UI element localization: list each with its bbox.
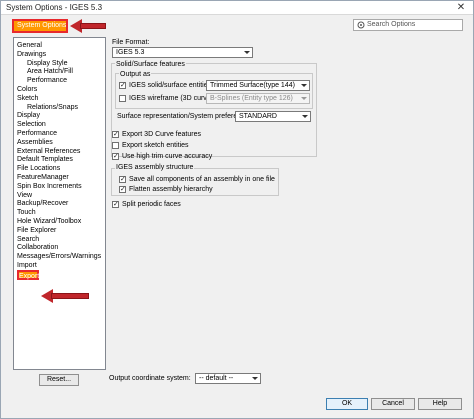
cancel-button[interactable]: Cancel <box>371 398 415 410</box>
chevron-down-icon <box>301 113 309 120</box>
sidebar-item-file-explorer[interactable]: File Explorer <box>17 226 56 235</box>
sidebar-item-performance[interactable]: Performance <box>17 129 57 138</box>
sidebar-item-hole-wizard-toolbox[interactable]: Hole Wizard/Toolbox <box>17 217 81 226</box>
output-as-label: Output as <box>119 71 152 78</box>
checkbox-box <box>119 185 126 194</box>
output-coord-select[interactable]: -- default -- <box>195 373 261 384</box>
iges-solid-label: IGES solid/surface entities: <box>129 82 214 89</box>
iges-solid-value: Trimmed Surface(type 144) <box>210 82 295 89</box>
iges-solid-select[interactable]: Trimmed Surface(type 144) <box>206 80 310 91</box>
sidebar-item-export[interactable]: Export <box>17 269 39 280</box>
sidebar-item-drawings[interactable]: Drawings <box>17 50 46 59</box>
sidebar-item-search[interactable]: Search <box>17 235 39 244</box>
sidebar-item-external-references[interactable]: External References <box>17 147 80 156</box>
sidebar-item-general[interactable]: General <box>17 41 42 50</box>
sidebar-item-sketch[interactable]: Sketch <box>17 94 38 103</box>
window-title: System Options - IGES 5.3 <box>6 3 103 12</box>
sidebar-item-default-templates[interactable]: Default Templates <box>17 155 73 164</box>
tab-system-options[interactable]: System Options <box>12 19 68 33</box>
export-options-panel: File Format: IGES 5.3 Solid/Surface feat… <box>108 37 470 385</box>
output-coord-value: -- default -- <box>199 375 234 382</box>
sidebar-item-backup-recover[interactable]: Backup/Recover <box>17 199 68 208</box>
sidebar-item-file-locations[interactable]: File Locations <box>17 164 60 173</box>
file-format-value: IGES 5.3 <box>116 49 145 56</box>
chevron-down-icon <box>300 82 308 89</box>
checkbox-box <box>112 142 119 149</box>
surface-rep-value: STANDARD <box>239 113 277 120</box>
sidebar-item-assemblies[interactable]: Assemblies <box>17 138 53 147</box>
checkbox-box <box>119 95 126 102</box>
solid-surface-label: Solid/Surface features <box>115 61 186 68</box>
sidebar-item-touch[interactable]: Touch <box>17 208 36 217</box>
save-all-label: Save all components of an assembly in on… <box>129 176 275 183</box>
sidebar-item-performance[interactable]: Performance <box>27 76 67 85</box>
sidebar-item-import[interactable]: Import <box>17 261 37 270</box>
system-options-dialog: System Options - IGES 5.3 ✕ System Optio… <box>0 0 474 419</box>
export-3d-curve-label: Export 3D Curve features <box>122 131 201 138</box>
split-periodic-label: Split periodic faces <box>122 201 181 208</box>
surface-rep-label: Surface representation/System preference… <box>117 113 251 120</box>
chevron-down-icon <box>251 375 259 382</box>
sidebar-item-relations-snaps[interactable]: Relations/Snaps <box>27 103 78 112</box>
sidebar-item-collaboration[interactable]: Collaboration <box>17 243 58 252</box>
checkbox-box <box>112 130 119 139</box>
iges-wireframe-select[interactable]: B-Splines (Entity type 126) <box>206 93 310 104</box>
file-format-select[interactable]: IGES 5.3 <box>112 47 253 58</box>
file-format-label: File Format: <box>112 39 150 46</box>
options-tree: General Drawings Display Style Area Hatch/F… <box>13 37 106 370</box>
assembly-structure-label: IGES assembly structure <box>115 164 195 171</box>
sidebar-item-display[interactable]: Display <box>17 111 40 120</box>
high-trim-label: Use high trim curve accuracy <box>122 153 213 160</box>
search-icon <box>357 21 365 29</box>
sidebar-item-area-hatch-fill[interactable]: Area Hatch/Fill <box>27 67 73 76</box>
title-bar: System Options - IGES 5.3 ✕ <box>1 1 473 15</box>
chevron-down-icon <box>243 49 251 56</box>
sidebar-item-display-style[interactable]: Display Style <box>27 59 67 68</box>
help-button[interactable]: Help <box>418 398 462 410</box>
checkbox-box <box>112 152 119 161</box>
sidebar-item-spin-box-increments[interactable]: Spin Box Increments <box>17 182 82 191</box>
export-sketch-label: Export sketch entities <box>122 142 189 149</box>
annotation-arrow-export <box>41 289 89 303</box>
search-placeholder: Search Options <box>367 21 416 28</box>
checkbox-box <box>112 200 119 209</box>
chevron-down-icon <box>300 95 308 102</box>
checkbox-box <box>119 81 126 90</box>
annotation-arrow-tab <box>70 19 106 33</box>
sidebar-item-featuremanager[interactable]: FeatureManager <box>17 173 69 182</box>
ok-button[interactable]: OK <box>326 398 368 410</box>
sidebar-item-view[interactable]: View <box>17 191 32 200</box>
reset-button[interactable]: Reset... <box>39 374 79 386</box>
checkbox-box <box>119 175 126 184</box>
close-icon[interactable]: ✕ <box>451 2 471 14</box>
iges-wireframe-value: B-Splines (Entity type 126) <box>210 95 293 102</box>
sidebar-item-selection[interactable]: Selection <box>17 120 46 129</box>
surface-rep-select[interactable]: STANDARD <box>235 111 311 122</box>
search-input[interactable]: Search Options <box>353 19 463 31</box>
output-coord-label: Output coordinate system: <box>109 375 191 382</box>
sidebar-item-messages-errors-warnings[interactable]: Messages/Errors/Warnings <box>17 252 101 261</box>
sidebar-item-colors[interactable]: Colors <box>17 85 37 94</box>
flatten-label: Flatten assembly hierarchy <box>129 186 213 193</box>
